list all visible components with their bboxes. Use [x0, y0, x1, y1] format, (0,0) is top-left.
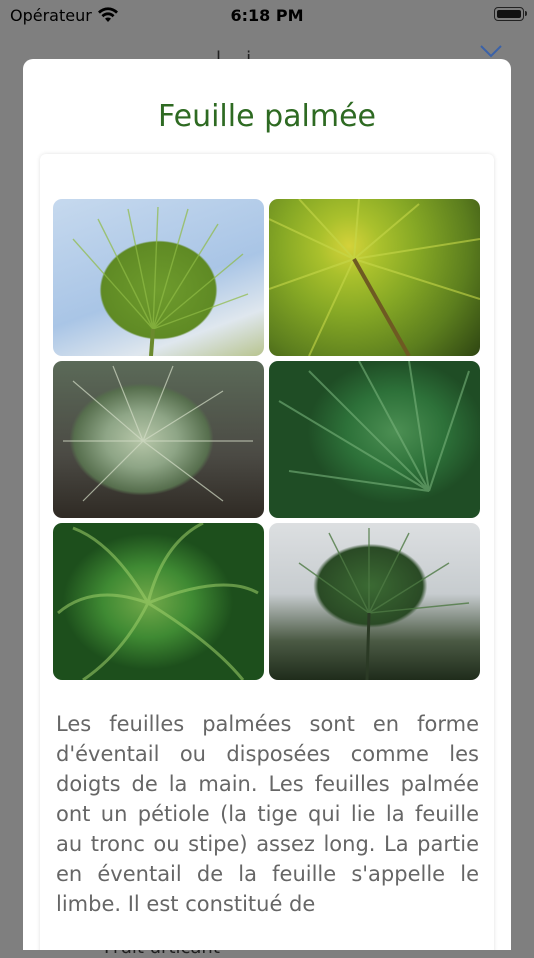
- palm-leaf-photo-4[interactable]: [269, 361, 480, 518]
- palm-leaf-photo-1[interactable]: [53, 199, 264, 356]
- detail-modal: Feuille palmée Les feuilles palmées sont…: [23, 59, 511, 950]
- status-bar: Opérateur 6:18 PM: [0, 0, 534, 30]
- palm-leaf-photo-3[interactable]: [53, 361, 264, 518]
- palm-leaf-photo-6[interactable]: [269, 523, 480, 680]
- battery-icon: [494, 7, 527, 21]
- photo-grid: [53, 199, 482, 681]
- clock: 6:18 PM: [230, 6, 304, 25]
- description-text: Les feuilles palmées sont en forme d'éve…: [56, 712, 479, 916]
- content-card: Les feuilles palmées sont en forme d'éve…: [40, 154, 494, 950]
- modal-title: Feuille palmée: [158, 99, 376, 134]
- palm-leaf-photo-2[interactable]: [269, 199, 480, 356]
- palm-leaf-photo-5[interactable]: [53, 523, 264, 680]
